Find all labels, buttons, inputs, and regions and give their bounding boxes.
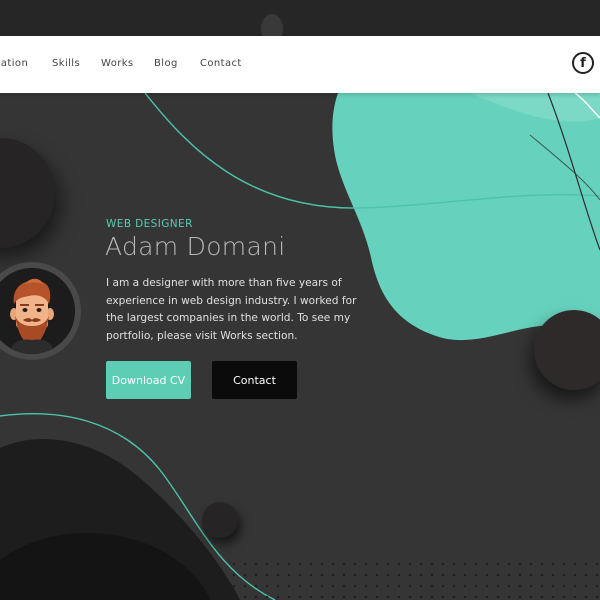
nav-item-blog[interactable]: Blog (154, 58, 178, 69)
hero-role: WEB DESIGNER (106, 218, 193, 230)
top-strip (0, 0, 600, 44)
hero-bio: I am a designer with more than five year… (106, 277, 357, 342)
dot-grid (232, 562, 600, 600)
hero-name: Adam Domani (105, 232, 286, 261)
page: cation Skills Works Blog Contact f (0, 0, 600, 600)
bearded-man-avatar-icon (0, 268, 75, 354)
facebook-icon[interactable]: f (572, 52, 594, 74)
decorative-circle-small (202, 502, 238, 538)
nav-item-contact[interactable]: Contact (200, 58, 242, 69)
contact-button[interactable]: Contact (212, 361, 297, 399)
nav-item-education[interactable]: cation (0, 58, 28, 69)
background-decoration (0, 93, 600, 600)
download-cv-button[interactable]: Download CV (106, 361, 191, 399)
nav-item-works[interactable]: Works (101, 58, 134, 69)
facebook-glyph: f (580, 55, 586, 71)
teal-blob (332, 93, 600, 341)
navbar: cation Skills Works Blog Contact (0, 36, 600, 93)
nav-item-skills[interactable]: Skills (52, 58, 80, 69)
